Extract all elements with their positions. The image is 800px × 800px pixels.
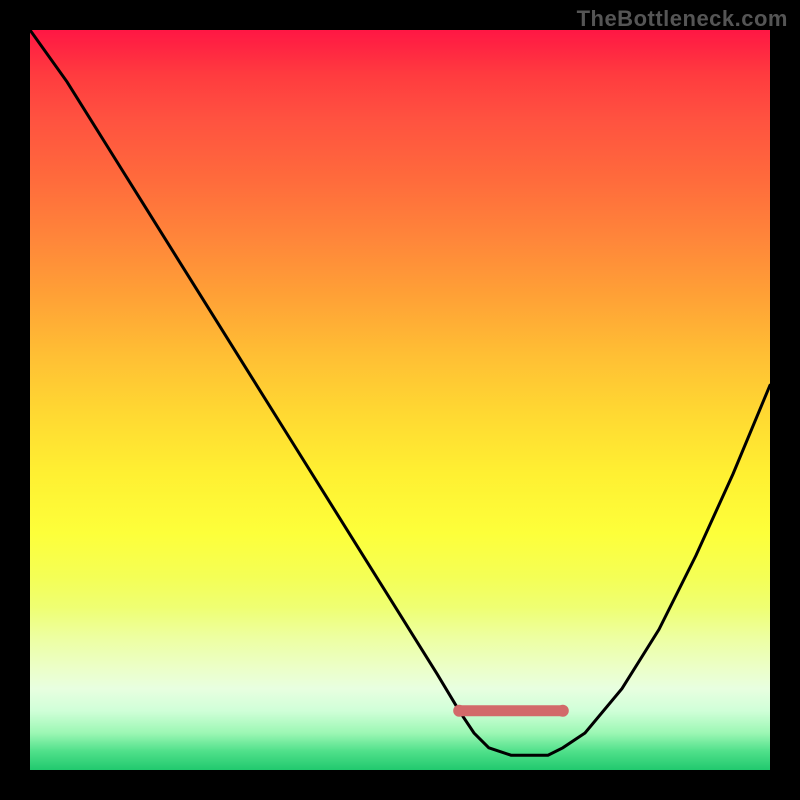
bottleneck-curve [30,30,770,755]
marker-dot-end [557,705,569,717]
marker-dot-start [453,705,465,717]
chart-container: TheBottleneck.com [0,0,800,800]
watermark-text: TheBottleneck.com [577,6,788,32]
curve-layer [30,30,770,770]
